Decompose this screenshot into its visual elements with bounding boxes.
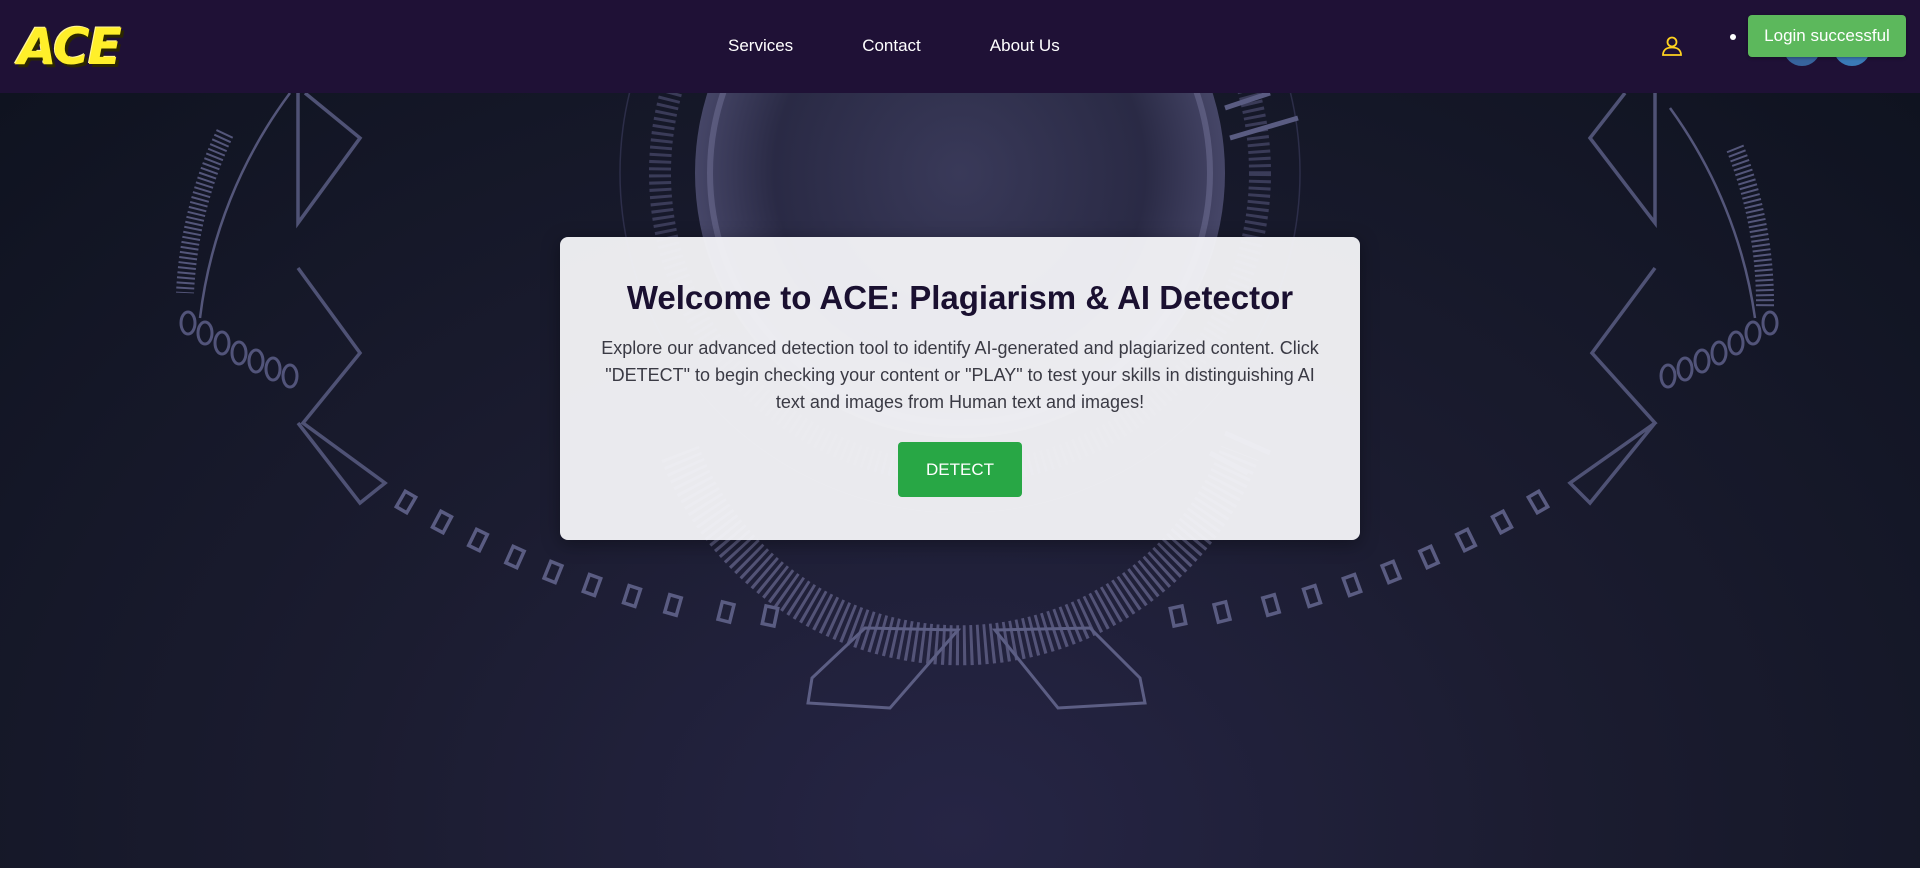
welcome-description: Explore our advanced detection tool to i… bbox=[601, 338, 1319, 412]
nav-about-us-link[interactable]: About Us bbox=[990, 36, 1060, 56]
menu-bullet bbox=[1730, 34, 1736, 40]
nav-contact-link[interactable]: Contact bbox=[862, 36, 921, 56]
ace-logo[interactable]: ACE bbox=[18, 22, 122, 72]
main-nav: Services Contact About Us bbox=[728, 36, 1129, 56]
user-icon[interactable] bbox=[1660, 34, 1684, 58]
navbar: ACE Services Contact About Us bbox=[0, 0, 1920, 93]
detect-button[interactable]: DETECT bbox=[898, 442, 1022, 497]
welcome-title: Welcome to ACE: Plagiarism & AI Detector bbox=[626, 279, 1294, 316]
hero-section: Welcome to ACE: Plagiarism & AI Detector… bbox=[0, 93, 1920, 869]
welcome-card: Welcome to ACE: Plagiarism & AI Detector… bbox=[560, 237, 1360, 540]
login-success-toast: Login successful bbox=[1748, 15, 1906, 57]
nav-services-link[interactable]: Services bbox=[728, 36, 793, 56]
